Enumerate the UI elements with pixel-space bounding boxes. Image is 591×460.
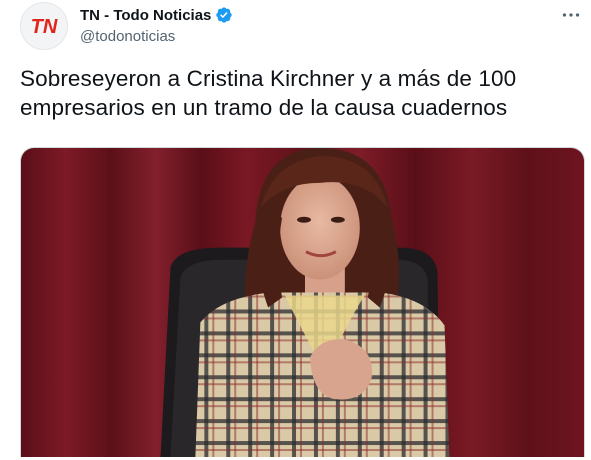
photo-icon — [21, 148, 584, 457]
display-name[interactable]: TN - Todo Noticias — [80, 7, 211, 24]
account-avatar[interactable]: TN — [20, 2, 68, 50]
tweet-media-photo[interactable] — [20, 147, 585, 457]
tn-logo-icon: TN — [31, 16, 58, 38]
name-row: TN - Todo Noticias — [80, 5, 233, 25]
tweet-card[interactable]: TN TN - Todo Noticias @todonoticias Sobr… — [0, 0, 591, 460]
verified-badge-icon — [215, 6, 233, 24]
svg-text:TN: TN — [31, 16, 58, 38]
tweet-header: TN - Todo Noticias @todonoticias — [80, 5, 233, 45]
more-horizontal-icon[interactable] — [560, 6, 582, 24]
account-handle[interactable]: @todonoticias — [80, 28, 233, 45]
tweet-text: Sobreseyeron a Cristina Kirchner y a más… — [20, 66, 517, 120]
